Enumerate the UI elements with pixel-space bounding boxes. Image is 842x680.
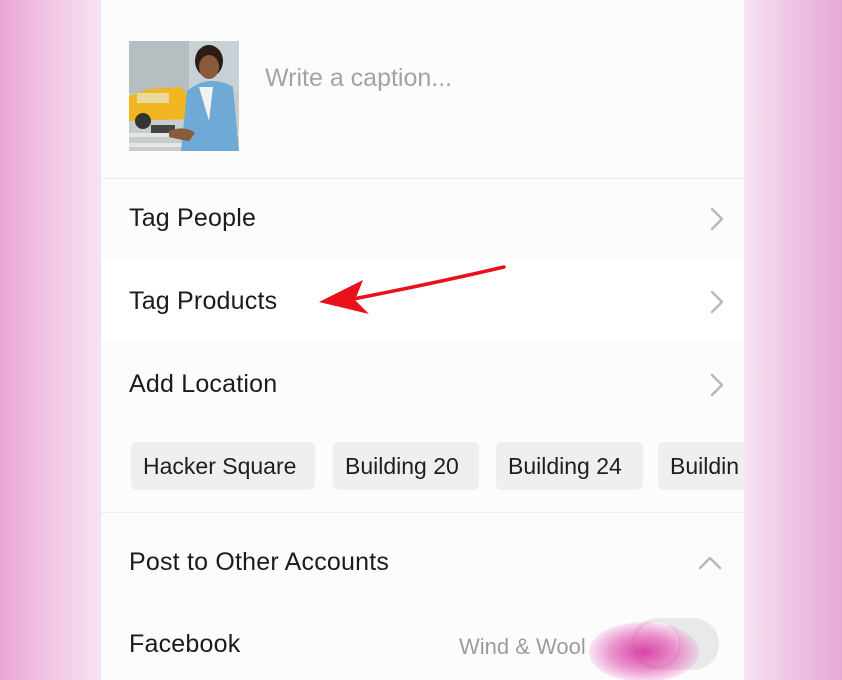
caption-input[interactable] bbox=[265, 58, 705, 98]
tag-people-row[interactable]: Tag People bbox=[101, 180, 744, 260]
chevron-right-icon bbox=[710, 290, 724, 319]
chevron-up-icon bbox=[698, 556, 722, 575]
add-location-label: Add Location bbox=[129, 370, 278, 398]
toggle-knob bbox=[635, 622, 679, 666]
chevron-right-icon bbox=[710, 207, 724, 236]
location-chip-label: Building 24 bbox=[508, 453, 622, 479]
other-accounts-title: Post to Other Accounts bbox=[129, 548, 390, 576]
other-accounts-header[interactable]: Post to Other Accounts bbox=[101, 524, 744, 604]
location-chip[interactable]: Buildin bbox=[658, 442, 744, 490]
location-chip[interactable]: Hacker Square bbox=[131, 442, 315, 490]
location-chip-label: Buildin bbox=[670, 453, 740, 479]
location-chip-label: Hacker Square bbox=[143, 453, 297, 479]
tag-people-label: Tag People bbox=[129, 204, 257, 232]
facebook-label: Facebook bbox=[129, 630, 241, 658]
red-arrow-icon bbox=[319, 265, 506, 314]
left-background bbox=[0, 0, 104, 680]
divider bbox=[101, 178, 744, 179]
location-chip[interactable]: Building 20 bbox=[333, 442, 479, 490]
add-location-row[interactable]: Add Location bbox=[101, 344, 744, 424]
divider bbox=[101, 512, 744, 513]
chevron-right-icon bbox=[710, 373, 724, 402]
location-chip-label: Building 20 bbox=[345, 453, 459, 479]
location-chip[interactable]: Building 24 bbox=[496, 442, 643, 490]
facebook-toggle[interactable] bbox=[631, 618, 719, 670]
facebook-account-name: Wind & Wool bbox=[459, 634, 586, 659]
post-thumbnail bbox=[129, 41, 239, 151]
new-post-panel: Tag People Tag Products Add Location Hac… bbox=[101, 0, 744, 680]
right-background bbox=[740, 0, 842, 680]
tag-products-label: Tag Products bbox=[129, 287, 278, 315]
